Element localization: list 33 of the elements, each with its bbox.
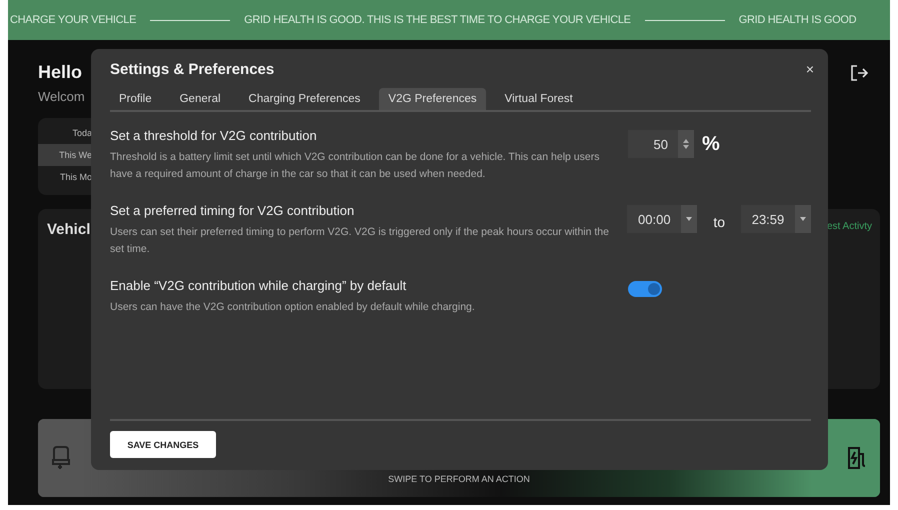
threshold-field[interactable]: 50 bbox=[628, 130, 694, 158]
setting-description: Threshold is a battery limit set until which V2G contribution can be done for a vehicle. This can help users have a required amount of charge in the car so that it can be used when needed. bbox=[110, 150, 600, 182]
setting-title: Enable “V2G contribution while charging” by default bbox=[110, 278, 408, 293]
caret-icon bbox=[686, 217, 692, 221]
caret-icon bbox=[800, 217, 806, 221]
banner-message: GRID HEALTH IS GOOD bbox=[738, 14, 856, 26]
start-time-select[interactable]: 00:00 bbox=[627, 205, 698, 233]
welcome-text: Welcom bbox=[38, 89, 85, 104]
settings-tab[interactable]: V2G Preferences bbox=[379, 88, 486, 110]
settings-tab[interactable]: General bbox=[170, 88, 230, 110]
banner-message: CHARGE YOUR VEHICLE bbox=[10, 14, 136, 26]
period-tab[interactable]: This Mo bbox=[38, 166, 100, 188]
setting-title: Set a threshold for V2G contribution bbox=[110, 128, 318, 143]
settings-tab[interactable]: Profile bbox=[110, 88, 161, 110]
close-button[interactable]: × bbox=[806, 61, 814, 77]
toggle-switch[interactable] bbox=[628, 281, 662, 297]
save-button[interactable]: SAVE CHANGES bbox=[110, 431, 216, 458]
spinner-icon[interactable] bbox=[683, 139, 689, 149]
setting-description: Users can set their preferred timing to perform V2G. V2G is triggered only if the peak hours occur within the set time. bbox=[110, 225, 610, 257]
setting-title: Set a preferred timing for V2G contribution bbox=[110, 203, 356, 218]
unit-label: % bbox=[702, 132, 720, 156]
card-title: Vehicl bbox=[47, 221, 90, 238]
greeting: Hello bbox=[38, 62, 84, 83]
logout-icon[interactable] bbox=[850, 64, 868, 82]
setting-description: Users can have the V2G contribution option enabled by default while charging. bbox=[110, 300, 476, 315]
settings-tab[interactable]: Virtual Forest bbox=[496, 88, 582, 110]
range-separator: to bbox=[713, 214, 725, 230]
banner-message: GRID HEALTH IS GOOD. THIS IS THE BEST TIME TO CHARGE YOUR VEHICLE bbox=[244, 14, 631, 26]
charger-icon bbox=[847, 446, 867, 470]
swipe-hint: SWIPE TO PERFORM AN ACTION bbox=[388, 474, 530, 484]
settings-tab[interactable]: Charging Preferences bbox=[240, 88, 370, 110]
dialog-title: Settings & Preferences bbox=[110, 61, 274, 78]
end-time-select[interactable]: 23:59 bbox=[741, 205, 811, 233]
